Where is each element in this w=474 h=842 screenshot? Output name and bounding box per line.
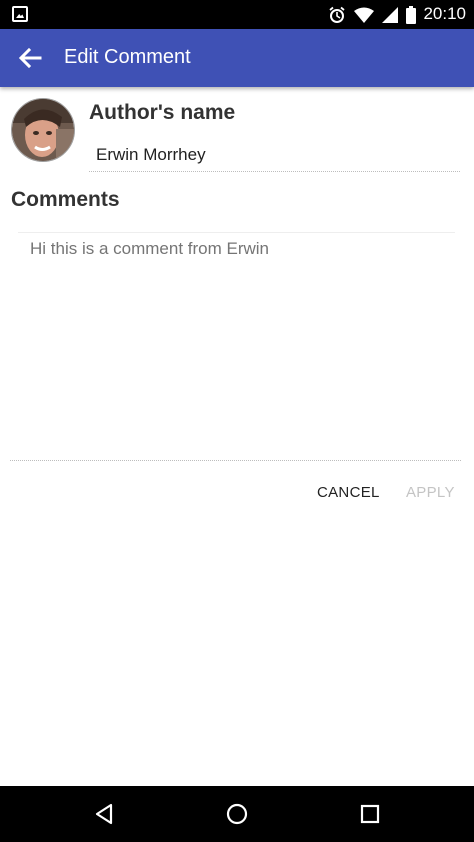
comment-textarea[interactable] <box>10 233 461 461</box>
status-time: 20:10 <box>423 4 466 23</box>
page-title: Edit Comment <box>64 46 191 68</box>
status-bar: 20:10 <box>0 0 474 29</box>
back-arrow-icon[interactable] <box>16 44 44 72</box>
signal-icon <box>382 7 398 23</box>
author-name-label: Author's name <box>89 101 236 124</box>
battery-icon <box>406 6 416 24</box>
comments-label: Comments <box>11 188 120 211</box>
apply-button[interactable]: APPLY <box>406 484 455 501</box>
alarm-icon <box>329 6 345 23</box>
recents-nav-icon[interactable] <box>358 802 382 826</box>
author-name-field[interactable] <box>89 139 460 172</box>
image-icon <box>12 6 28 22</box>
wifi-icon <box>354 7 374 23</box>
back-nav-icon[interactable] <box>92 802 116 826</box>
app-bar: Edit Comment <box>0 29 474 87</box>
author-avatar <box>11 98 75 162</box>
system-nav-bar <box>0 786 474 842</box>
home-nav-icon[interactable] <box>225 802 249 826</box>
cancel-button[interactable]: CANCEL <box>317 484 380 501</box>
